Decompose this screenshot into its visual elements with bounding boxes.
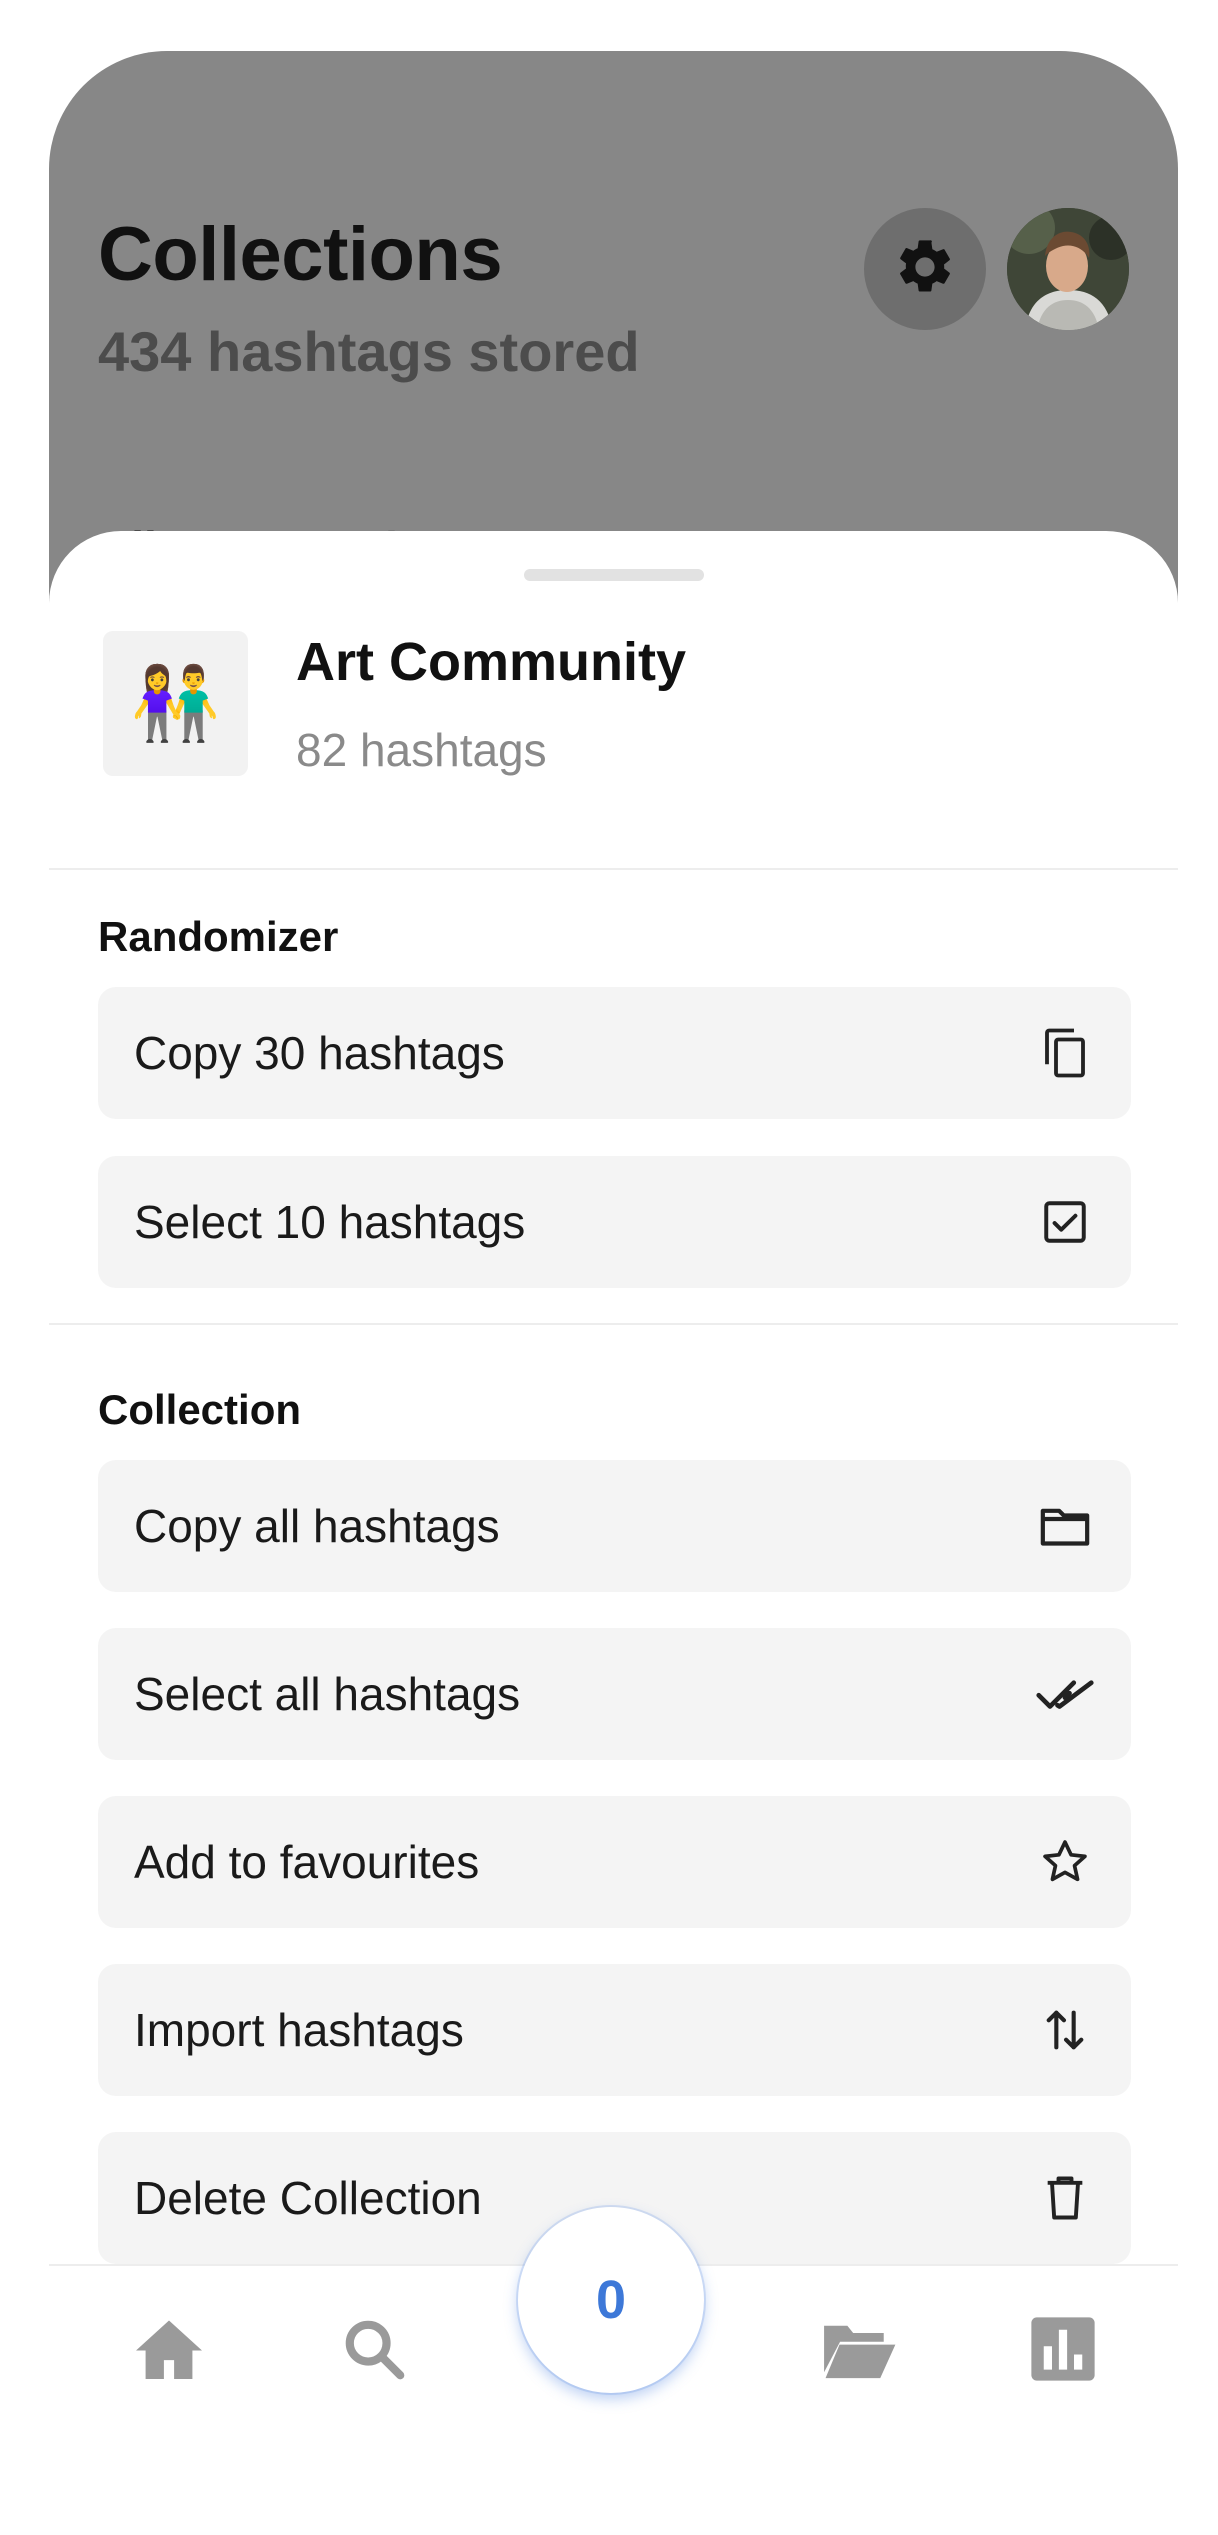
header: Collections 434 hashtags stored All [49, 51, 1178, 611]
collection-section-title: Collection [98, 1386, 302, 1433]
couple-emoji-icon: 👫 [130, 661, 221, 745]
app-screen: Collections 434 hashtags stored All [49, 51, 1178, 2396]
import-hashtags-button[interactable]: Import hashtags [98, 1964, 1131, 2096]
selected-hashtags-counter-button[interactable]: 0 [518, 2207, 704, 2393]
action-label: Select 10 hashtags [134, 1196, 526, 1248]
action-label: Import hashtags [134, 2004, 464, 2056]
page-subtitle: 434 hashtags stored [98, 320, 640, 383]
action-label: Copy all hashtags [134, 1500, 500, 1552]
collection-thumbnail: 👫 [103, 631, 248, 776]
checkbox-icon [1035, 1192, 1095, 1252]
select-all-hashtags-button[interactable]: Select all hashtags [98, 1628, 1131, 1760]
add-to-favourites-button[interactable]: Add to favourites [98, 1796, 1131, 1928]
action-sheet: 👫 Art Community 82 hashtags Randomizer C… [49, 531, 1178, 2396]
home-icon[interactable] [129, 2309, 209, 2389]
action-label: Select all hashtags [134, 1668, 521, 1720]
divider [49, 868, 1178, 870]
collection-name: Art Community [296, 632, 686, 692]
double-check-icon [1035, 1664, 1095, 1724]
divider [49, 1323, 1178, 1325]
folder-icon [1035, 1496, 1095, 1556]
page-title: Collections [98, 212, 503, 297]
action-label: Delete Collection [134, 2172, 482, 2224]
action-label: Copy 30 hashtags [134, 1027, 505, 1079]
folder-open-icon[interactable] [819, 2309, 899, 2389]
sort-arrows-icon [1035, 2000, 1095, 2060]
action-label: Add to favourites [134, 1836, 480, 1888]
copy-30-hashtags-button[interactable]: Copy 30 hashtags [98, 987, 1131, 1119]
avatar[interactable] [1007, 208, 1129, 330]
select-10-hashtags-button[interactable]: Select 10 hashtags [98, 1156, 1131, 1288]
trash-icon [1035, 2168, 1095, 2228]
gear-icon [893, 235, 957, 304]
sheet-drag-handle[interactable] [524, 569, 704, 581]
copy-icon [1035, 1023, 1095, 1083]
randomizer-section-title: Randomizer [98, 913, 339, 960]
settings-button[interactable] [864, 208, 986, 330]
bar-chart-icon[interactable] [1023, 2309, 1103, 2389]
copy-all-hashtags-button[interactable]: Copy all hashtags [98, 1460, 1131, 1592]
search-icon[interactable] [334, 2309, 414, 2389]
star-icon [1035, 1832, 1095, 1892]
collection-count: 82 hashtags [296, 724, 547, 776]
